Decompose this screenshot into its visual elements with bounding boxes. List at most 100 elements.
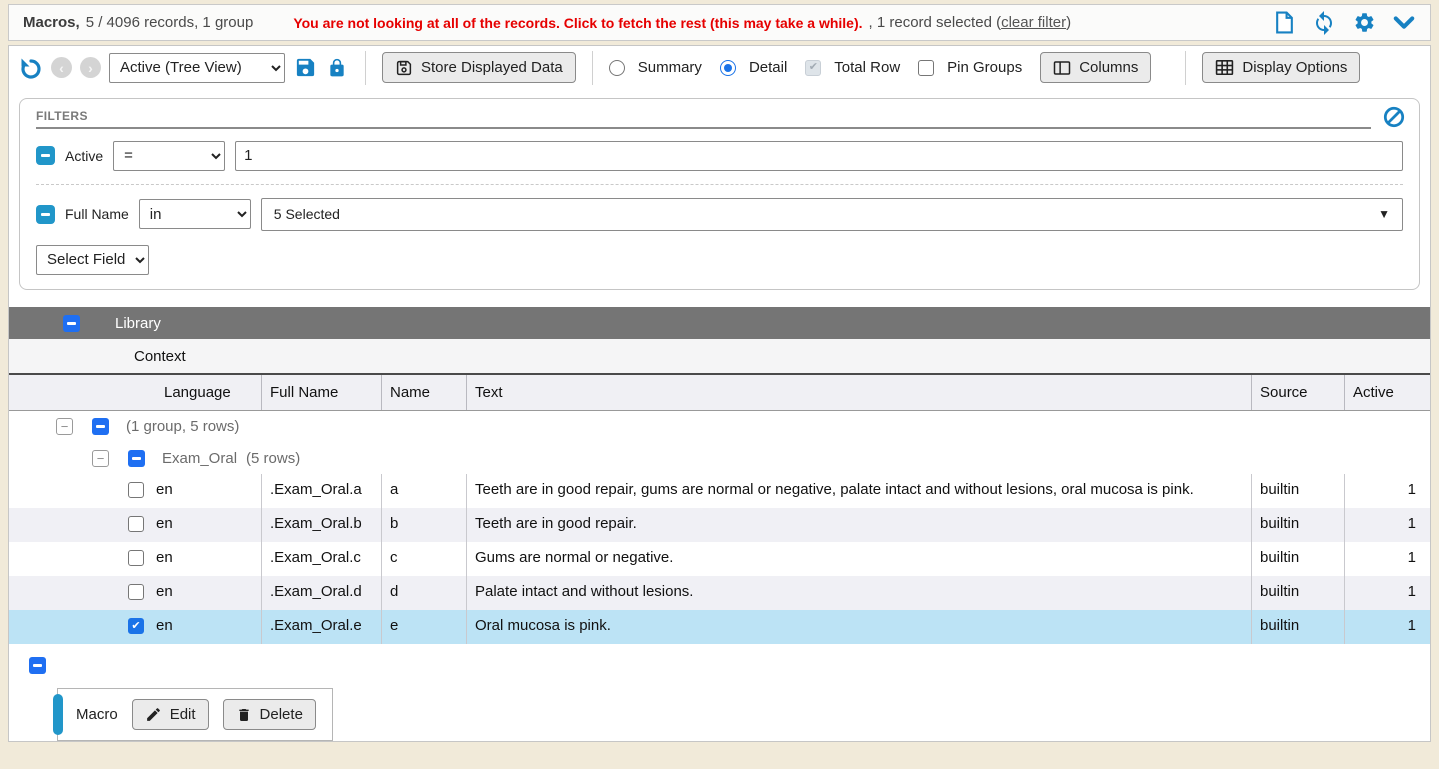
view-select[interactable]: Active (Tree View) — [109, 53, 285, 83]
nav-prev-icon[interactable]: ‹ — [51, 57, 72, 78]
trash-icon — [236, 706, 252, 724]
edit-button[interactable]: Edit — [132, 699, 209, 730]
filter-multiselect[interactable]: 5 Selected ▼ — [261, 198, 1403, 231]
select-field-row: Select Field — [36, 245, 1403, 275]
cell-name: d — [381, 576, 466, 610]
filter-operator-select[interactable]: = — [113, 141, 225, 171]
table-row[interactable]: en .Exam_Oral.c c Gums are normal or neg… — [9, 542, 1430, 576]
main-panel: ‹ › Active (Tree View) Store Displayed D… — [8, 45, 1431, 742]
collapse-footer-icon[interactable] — [29, 657, 46, 674]
save-icon[interactable] — [293, 56, 317, 80]
toolbar-separator — [592, 51, 593, 85]
cell-full-name: .Exam_Oral.c — [261, 542, 381, 576]
cell-language: en — [156, 583, 173, 600]
column-header-active[interactable]: Active — [1344, 375, 1430, 410]
cell-language: en — [156, 549, 173, 566]
record-summary: 5 / 4096 records, 1 group — [86, 14, 254, 31]
pin-groups-label: Pin Groups — [947, 59, 1022, 76]
select-field-dropdown[interactable]: Select Field — [36, 245, 149, 275]
filters-title: FILTERS — [36, 109, 1371, 129]
collapse-library-icon[interactable] — [63, 315, 80, 332]
filter-row-active: Active = — [36, 141, 1403, 171]
summary-radio-label: Summary — [638, 59, 702, 76]
tree-root-row: − (1 group, 5 rows) — [9, 411, 1430, 443]
row-checkbox[interactable] — [128, 516, 144, 532]
context-row: Context — [9, 339, 1430, 374]
pin-groups-checkbox[interactable] — [918, 60, 934, 76]
row-checkbox[interactable] — [128, 550, 144, 566]
row-checkbox[interactable] — [128, 584, 144, 600]
summary-radio[interactable] — [609, 60, 625, 76]
cell-active: 1 — [1344, 610, 1430, 644]
filter-value-input[interactable] — [235, 141, 1403, 171]
detail-radio[interactable] — [720, 60, 736, 76]
display-options-icon — [1215, 59, 1234, 76]
cell-full-name: .Exam_Oral.a — [261, 474, 381, 508]
table-row[interactable]: en .Exam_Oral.d d Palate intact and with… — [9, 576, 1430, 610]
filter-field-label: Active — [65, 148, 103, 164]
caret-down-icon: ▼ — [1378, 207, 1390, 221]
tree-root-label: (1 group, 5 rows) — [126, 418, 239, 435]
header-bar: Macros, 5 / 4096 records, 1 group You ar… — [8, 4, 1431, 41]
library-group-title: Library — [115, 315, 161, 332]
save-icon — [395, 59, 413, 77]
delete-button[interactable]: Delete — [223, 699, 316, 730]
column-header-source[interactable]: Source — [1251, 375, 1344, 410]
display-options-button[interactable]: Display Options — [1202, 52, 1360, 83]
lock-icon[interactable] — [325, 56, 349, 80]
table-row-selected[interactable]: ✔en .Exam_Oral.e e Oral mucosa is pink. … — [9, 610, 1430, 644]
cell-text: Oral mucosa is pink. — [466, 610, 1251, 644]
nav-next-icon[interactable]: › — [80, 57, 101, 78]
detail-radio-label: Detail — [749, 59, 787, 76]
collapse-group-icon[interactable] — [92, 418, 109, 435]
clear-filter-link[interactable]: clear filter — [1001, 14, 1066, 31]
cell-source: builtin — [1251, 474, 1344, 508]
filter-multiselect-value: 5 Selected — [274, 206, 340, 222]
fetch-warning[interactable]: You are not looking at all of the record… — [293, 15, 862, 31]
collapse-expander-icon[interactable]: − — [92, 450, 109, 467]
block-icon[interactable] — [1383, 106, 1405, 128]
table-header-row: Language Full Name Name Text Source Acti… — [9, 375, 1430, 411]
store-displayed-data-button[interactable]: Store Displayed Data — [382, 52, 576, 83]
column-header-full-name[interactable]: Full Name — [261, 375, 381, 410]
column-header-text[interactable]: Text — [466, 375, 1251, 410]
refresh-icon[interactable] — [1312, 11, 1336, 35]
columns-icon — [1053, 60, 1071, 76]
cell-text: Gums are normal or negative. — [466, 542, 1251, 576]
columns-button[interactable]: Columns — [1040, 52, 1151, 83]
filter-row-full-name: Full Name in 5 Selected ▼ — [36, 184, 1403, 231]
total-row-checkbox: ✔ — [805, 60, 821, 76]
row-checkbox[interactable] — [128, 482, 144, 498]
cell-text: Palate intact and without lesions. — [466, 576, 1251, 610]
cell-language: en — [156, 515, 173, 532]
gear-icon[interactable] — [1352, 11, 1376, 35]
library-group-bar: Library — [9, 307, 1430, 340]
cell-source: builtin — [1251, 610, 1344, 644]
remove-filter-icon[interactable] — [36, 205, 55, 224]
chevron-down-icon[interactable] — [1392, 11, 1416, 35]
toolbar-separator — [1185, 51, 1186, 85]
cell-active: 1 — [1344, 576, 1430, 610]
table-row[interactable]: en .Exam_Oral.a a Teeth are in good repa… — [9, 474, 1430, 508]
table-row[interactable]: en .Exam_Oral.b b Teeth are in good repa… — [9, 508, 1430, 542]
cell-full-name: .Exam_Oral.d — [261, 576, 381, 610]
tree-group-name: Exam_Oral — [162, 450, 237, 467]
cell-source: builtin — [1251, 576, 1344, 610]
column-header-name[interactable]: Name — [381, 375, 466, 410]
delete-button-label: Delete — [260, 706, 303, 723]
row-checkbox[interactable]: ✔ — [128, 618, 144, 634]
tree-group-row: − Exam_Oral (5 rows) — [9, 442, 1430, 474]
cell-text: Teeth are in good repair. — [466, 508, 1251, 542]
filter-operator-select[interactable]: in — [139, 199, 251, 229]
page-title: Macros, — [23, 14, 80, 31]
pencil-icon — [145, 706, 162, 723]
new-document-icon[interactable] — [1272, 11, 1296, 35]
cell-name: b — [381, 508, 466, 542]
filters-panel: FILTERS Active = Full Name in 5 Selected… — [19, 98, 1420, 290]
column-header-language[interactable]: Language — [9, 375, 261, 410]
collapse-expander-icon[interactable]: − — [56, 418, 73, 435]
cell-active: 1 — [1344, 474, 1430, 508]
undo-icon[interactable] — [19, 56, 43, 80]
remove-filter-icon[interactable] — [36, 146, 55, 165]
collapse-group-icon[interactable] — [128, 450, 145, 467]
